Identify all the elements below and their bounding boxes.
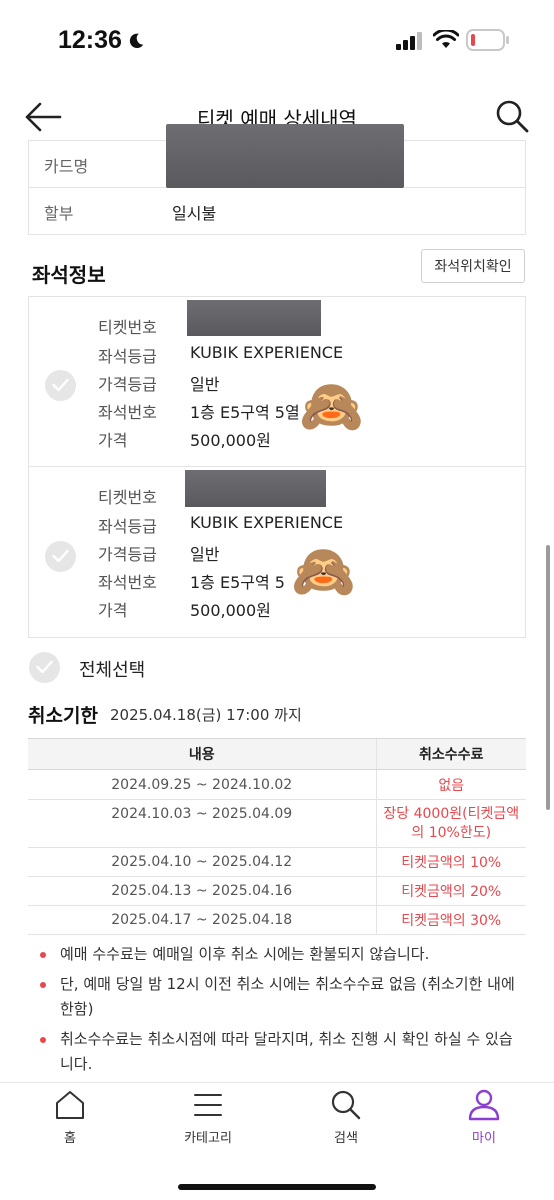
check-icon [36,660,53,674]
fee-cell: 티켓금액의 20% [375,876,526,906]
table-row: 2025.04.13 ~ 2025.04.16 티켓금액의 20% [28,876,526,906]
table-row: 2024.10.03 ~ 2025.04.09 장당 4000원(티켓금액의 1… [28,799,526,848]
price-value: 500,000원 [190,431,271,450]
ticket-number-label: 티켓번호 [98,318,157,337]
seat-number-value: 1층 E5구역 5 [190,573,285,592]
price-label: 가격 [98,601,128,620]
bottom-nav: 홈 카테고리 검색 마이 [0,1082,554,1200]
note-item: 취소수수료는 취소시점에 따라 달라지며, 취소 진행 시 확인 하실 수 있습… [38,1027,518,1077]
nav-item-my[interactable]: 마이 [434,1089,534,1146]
fee-cell: 티켓금액의 30% [375,905,526,935]
fee-cell: 없음 [375,769,526,800]
note-item: 단, 예매 당일 밤 12시 이전 취소 시에는 취소수수료 없음 (취소기한 … [38,972,518,1022]
period-cell: 2024.09.25 ~ 2024.10.02 [28,769,376,800]
wifi-icon [433,30,459,48]
table-row: 2025.04.17 ~ 2025.04.18 티켓금액의 30% [28,905,526,935]
cancel-fee-table: 내용 취소수수료 2024.09.25 ~ 2024.10.02 없음 2024… [28,738,526,935]
search-icon [331,1090,361,1120]
seat-info-title: 좌석정보 [32,263,106,287]
card-name-label: 카드명 [44,157,89,176]
seat-number-label: 좌석번호 [98,403,157,422]
check-icon [52,378,69,392]
cancel-deadline-date: 2025.04.18(금) 17:00 까지 [110,706,302,724]
select-all-label[interactable]: 전체선택 [79,656,145,682]
redaction-block [187,300,321,336]
nav-item-category[interactable]: 카테고리 [158,1089,258,1146]
battery-icon [466,29,509,51]
search-icon[interactable] [494,98,530,134]
nav-label-search: 검색 [334,1131,358,1146]
period-cell: 2025.04.17 ~ 2025.04.18 [28,905,376,935]
table-header-row: 내용 취소수수료 [28,738,526,770]
redaction-block [166,124,404,188]
seat-checkbox[interactable] [45,370,76,401]
seat-grade-label: 좌석등급 [98,517,157,536]
price-value: 500,000원 [190,601,271,620]
cancel-deadline-title: 취소기한 [28,705,98,727]
scrollbar[interactable] [546,545,550,810]
ticket-number-label: 티켓번호 [98,488,157,507]
seat-item[interactable]: 티켓번호 좌석등급 KUBIK EXPERIENCE 가격등급 일반 좌석번호 … [29,468,525,638]
seat-item[interactable]: 티켓번호 좌석등급 KUBIK EXPERIENCE 가격등급 일반 좌석번호 … [29,297,525,467]
user-icon [468,1089,500,1121]
nav-label-category: 카테고리 [184,1131,232,1146]
status-time: 12:36 [58,26,122,54]
seat-number-label: 좌석번호 [98,573,157,592]
price-label: 가격 [98,431,128,450]
fee-cell: 장당 4000원(티켓금액의 10%한도) [375,799,526,848]
seat-checkbox[interactable] [45,541,76,572]
seat-grade-value: KUBIK EXPERIENCE [190,343,344,362]
seat-number-value: 1층 E5구역 5열 [190,403,300,422]
seat-grade-label: 좌석등급 [98,347,157,366]
signal-icon [396,32,422,50]
period-cell: 2025.04.10 ~ 2025.04.12 [28,847,376,877]
payment-row-installment: 할부 일시불 [29,188,525,235]
check-icon [52,549,69,563]
cancel-notes: 예매 수수료는 예매일 이후 취소 시에는 환불되지 않습니다. 단, 예매 당… [38,942,518,1082]
select-all-checkbox[interactable] [29,652,60,683]
table-row: 2025.04.10 ~ 2025.04.12 티켓금액의 10% [28,847,526,877]
nav-item-search[interactable]: 검색 [296,1089,396,1146]
seat-grade-value: KUBIK EXPERIENCE [190,513,344,532]
price-grade-value: 일반 [190,545,220,564]
see-no-evil-monkey-emoji: 🙈 [299,377,364,437]
nav-label-my: 마이 [472,1131,496,1146]
home-indicator [178,1184,376,1190]
status-bar: 12:36 [0,0,554,86]
seat-location-button[interactable]: 좌석위치확인 [421,249,525,283]
seat-list: 티켓번호 좌석등급 KUBIK EXPERIENCE 가격등급 일반 좌석번호 … [28,296,526,638]
installment-label: 할부 [44,204,74,223]
period-cell: 2024.10.03 ~ 2025.04.09 [28,799,376,848]
see-no-evil-monkey-emoji: 🙈 [291,542,356,602]
table-row: 2024.09.25 ~ 2024.10.02 없음 [28,769,526,800]
price-grade-value: 일반 [190,375,220,394]
nav-item-home[interactable]: 홈 [20,1089,120,1146]
column-header-content: 내용 [28,738,376,770]
period-cell: 2025.04.13 ~ 2025.04.16 [28,876,376,906]
column-header-fee: 취소수수료 [375,738,526,770]
moon-icon [129,33,144,49]
nav-label-home: 홈 [64,1131,76,1146]
menu-icon [194,1094,222,1116]
installment-value: 일시불 [172,204,217,223]
home-icon [56,1091,84,1119]
note-item: 예매 수수료는 예매일 이후 취소 시에는 환불되지 않습니다. [38,942,518,967]
price-grade-label: 가격등급 [98,545,157,564]
redaction-block [185,470,326,507]
fee-cell: 티켓금액의 10% [375,847,526,877]
price-grade-label: 가격등급 [98,375,157,394]
